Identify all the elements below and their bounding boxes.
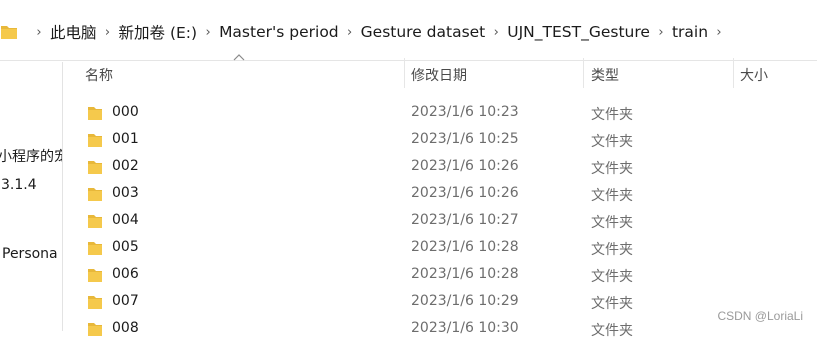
folder-icon [88, 215, 102, 228]
breadcrumb-item-train[interactable]: train [672, 23, 708, 41]
folder-icon [88, 269, 102, 282]
file-name: 005 [112, 239, 139, 255]
file-type: 文件夹 [591, 107, 633, 123]
chevron-right-icon[interactable]: › [28, 25, 50, 40]
file-date: 2023/1/6 10:29 [411, 293, 519, 309]
file-name: 002 [112, 158, 139, 174]
chevron-right-icon[interactable]: › [339, 25, 361, 40]
file-type: 文件夹 [591, 161, 633, 177]
file-name: 003 [112, 185, 139, 201]
breadcrumb-item-ujn-test-gesture[interactable]: UJN_TEST_Gesture [507, 23, 650, 41]
file-date: 2023/1/6 10:25 [411, 131, 519, 147]
breadcrumb: › 此电脑 › 新加卷 (E:) › Master's period › Ges… [28, 21, 730, 43]
column-header-type[interactable]: 类型 [591, 62, 619, 88]
file-date: 2023/1/6 10:28 [411, 239, 519, 255]
chevron-right-icon[interactable]: › [485, 25, 507, 40]
list-item[interactable]: 002 2023/1/6 10:26 文件夹 [63, 155, 817, 182]
column-divider[interactable] [583, 58, 584, 88]
column-header-size[interactable]: 大小 [740, 62, 768, 88]
nav-item-version[interactable]: 3.1.4 [1, 177, 37, 193]
list-item[interactable]: 007 2023/1/6 10:29 文件夹 [63, 290, 817, 317]
folder-icon [88, 161, 102, 174]
file-type: 文件夹 [591, 269, 633, 285]
sort-ascending-icon [233, 54, 245, 61]
file-type: 文件夹 [591, 242, 633, 258]
list-item[interactable]: 004 2023/1/6 10:27 文件夹 [63, 209, 817, 236]
file-name: 001 [112, 131, 139, 147]
list-item[interactable]: 000 2023/1/6 10:23 文件夹 [63, 101, 817, 128]
folder-icon [88, 107, 102, 120]
file-type: 文件夹 [591, 188, 633, 204]
folder-icon [1, 26, 17, 39]
chevron-right-icon[interactable]: › [650, 25, 672, 40]
file-date: 2023/1/6 10:28 [411, 266, 519, 282]
chevron-right-icon[interactable]: › [197, 25, 219, 40]
file-type: 文件夹 [591, 323, 633, 339]
breadcrumb-item-masters-period[interactable]: Master's period [219, 23, 339, 41]
file-date: 2023/1/6 10:23 [411, 104, 519, 120]
nav-item-miniprogram[interactable]: 小程序的宠 [0, 146, 62, 166]
list-item[interactable]: 005 2023/1/6 10:28 文件夹 [63, 236, 817, 263]
address-bar[interactable]: › 此电脑 › 新加卷 (E:) › Master's period › Ges… [0, 0, 817, 61]
list-item[interactable]: 006 2023/1/6 10:28 文件夹 [63, 263, 817, 290]
list-item[interactable]: 001 2023/1/6 10:25 文件夹 [63, 128, 817, 155]
file-date: 2023/1/6 10:26 [411, 158, 519, 174]
breadcrumb-item-drive-e[interactable]: 新加卷 (E:) [119, 21, 198, 43]
chevron-right-icon[interactable]: › [708, 25, 730, 40]
breadcrumb-item-gesture-dataset[interactable]: Gesture dataset [361, 23, 486, 41]
breadcrumb-item-this-pc[interactable]: 此电脑 [50, 21, 97, 43]
file-type: 文件夹 [591, 215, 633, 231]
folder-icon [88, 296, 102, 309]
file-name: 004 [112, 212, 139, 228]
file-date: 2023/1/6 10:26 [411, 185, 519, 201]
file-name: 008 [112, 320, 139, 336]
folder-icon [88, 188, 102, 201]
file-date: 2023/1/6 10:27 [411, 212, 519, 228]
nav-item-personal[interactable]: Persona [2, 246, 58, 262]
column-header-date-modified[interactable]: 修改日期 [411, 62, 467, 88]
column-divider[interactable] [733, 58, 734, 88]
list-item[interactable]: 003 2023/1/6 10:26 文件夹 [63, 182, 817, 209]
column-header-name[interactable]: 名称 [85, 62, 113, 88]
chevron-right-icon[interactable]: › [97, 25, 119, 40]
file-name: 007 [112, 293, 139, 309]
folder-icon [88, 323, 102, 336]
file-name: 006 [112, 266, 139, 282]
file-type: 文件夹 [591, 296, 633, 312]
file-date: 2023/1/6 10:30 [411, 320, 519, 336]
column-divider[interactable] [404, 58, 405, 88]
watermark: CSDN @LoriaLi [717, 309, 803, 323]
navigation-pane[interactable]: 小程序的宠 3.1.4 Persona [0, 62, 63, 331]
file-type: 文件夹 [591, 134, 633, 150]
folder-icon [88, 242, 102, 255]
file-name: 000 [112, 104, 139, 120]
folder-icon [88, 134, 102, 147]
